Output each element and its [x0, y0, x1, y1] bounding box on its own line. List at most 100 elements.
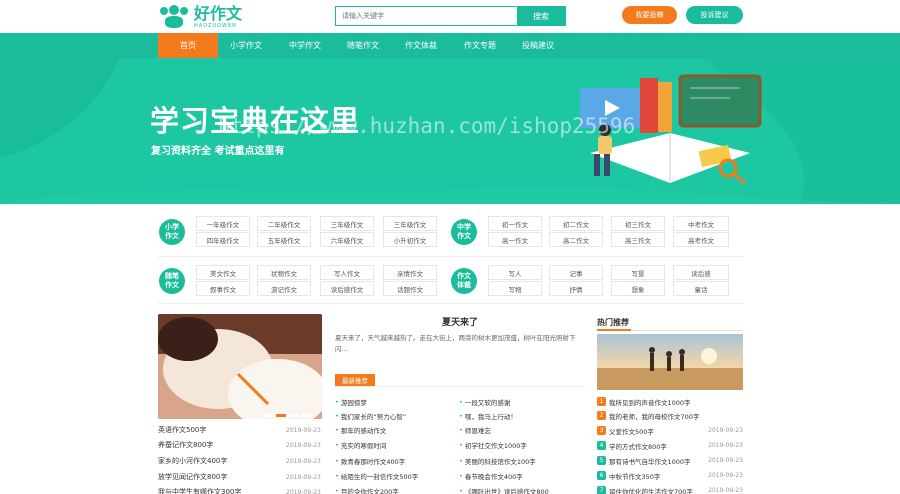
cat-duhougan[interactable]: 读后感作文 — [320, 281, 374, 296]
cat-gaokao[interactable]: 高考作文 — [673, 232, 729, 247]
search-button[interactable]: 搜索 — [517, 7, 565, 25]
cat-grade3[interactable]: 三年级作文 — [320, 216, 374, 231]
hot-item[interactable]: 7 留住你优化的生活作文700字 2019-09-23 — [597, 485, 743, 494]
bullet-icon: • — [335, 456, 339, 465]
latest-tag: 最新推荐 — [335, 374, 375, 386]
latest-item[interactable]: • 《哪吒出世》读后感作文800 — [459, 485, 549, 494]
genre-jishi[interactable]: 记事 — [549, 265, 603, 280]
cat-huati[interactable]: 话题作文 — [383, 281, 437, 296]
latest-item[interactable]: • 我们家长的“努力心智” — [335, 410, 406, 421]
hero-banner[interactable]: 学习宝典在这里 复习资料齐全 考试重点这里有 https://www.huzha… — [0, 58, 900, 204]
cat-gao3[interactable]: 高三作文 — [611, 232, 665, 247]
list-date: 2019-09-23 — [286, 442, 321, 449]
cat-zhuangwu[interactable]: 状物作文 — [257, 265, 311, 280]
cat-grade6[interactable]: 六年级作文 — [320, 232, 374, 247]
hot-item[interactable]: 5 那有诗书气自华作文1000字 2019-09-23 — [597, 455, 743, 466]
cat-chu1[interactable]: 初一作文 — [488, 216, 542, 231]
bullet-icon: • — [335, 486, 339, 494]
bullet-icon: • — [459, 456, 463, 465]
hot-item[interactable]: 2 我的老师，我的母校作文700字 — [597, 410, 743, 421]
cat-xieren[interactable]: 写人作文 — [320, 265, 374, 280]
nav-primary[interactable]: 小学作文 — [222, 33, 270, 58]
cat-grade5[interactable]: 五年级作文 — [257, 232, 311, 247]
hot-item[interactable]: 4 学的方式作文800字 2019-09-23 — [597, 440, 743, 451]
list-date: 2019-09-23 — [286, 427, 321, 434]
bullet-icon: • — [459, 440, 463, 449]
list-date: 2019-09-23 — [286, 458, 321, 465]
genre-xiejing[interactable]: 写景 — [611, 265, 665, 280]
cat-grade1[interactable]: 一年级作文 — [196, 216, 250, 231]
list-date: 2019-09-23 — [286, 474, 321, 481]
main-nav: 首页 小学作文 中学作文 随笔作文 作文体裁 作文专题 投稿建议 — [0, 33, 900, 58]
latest-item[interactable]: • 游园惊梦 — [335, 396, 367, 407]
bullet-icon: • — [335, 397, 339, 406]
nav-genre[interactable]: 作文体裁 — [397, 33, 445, 58]
cat-xiaoshengchu[interactable]: 小升初作文 — [383, 232, 437, 247]
hot-image[interactable] — [597, 334, 743, 390]
cat-grade3b[interactable]: 三年级作文 — [383, 216, 437, 231]
list-item[interactable]: 养蚕记作文800字 — [158, 439, 213, 451]
banner-subtitle: 复习资料齐全 考试重点这里有 — [151, 146, 285, 157]
hot-item[interactable]: 6 中秋节作文350字 2019-09-23 — [597, 470, 743, 481]
logo-text: 好作文 — [194, 3, 243, 23]
nav-feedback[interactable]: 投稿建议 — [514, 33, 562, 58]
list-item[interactable]: 家乡的小河作文400字 — [158, 455, 227, 467]
cat-qinqing[interactable]: 亲情作文 — [383, 265, 437, 280]
badge-middle: 中学作文 — [451, 219, 477, 245]
cat-zhongkao[interactable]: 中考作文 — [673, 216, 729, 231]
feature-image[interactable] — [158, 314, 322, 419]
list-item[interactable]: 我与中学生有哪作文300字 — [158, 486, 241, 494]
latest-item[interactable]: • 目的令你作文200字 — [335, 485, 399, 494]
divider-accent — [597, 329, 631, 331]
genre-shuqing[interactable]: 抒情 — [549, 281, 603, 296]
bullet-icon: • — [459, 471, 463, 480]
cat-meiwen[interactable]: 美文作文 — [196, 265, 250, 280]
latest-item[interactable]: • 给陌生的一封信作文500字 — [335, 470, 418, 481]
genre-xieren[interactable]: 写人 — [488, 265, 542, 280]
hot-item[interactable]: 1 我所见到的声音作文1000字 — [597, 396, 743, 407]
divider — [158, 256, 743, 257]
nav-topics[interactable]: 作文专题 — [456, 33, 504, 58]
bullet-icon: • — [335, 411, 339, 420]
nav-home[interactable]: 首页 — [158, 33, 218, 58]
latest-item[interactable]: • 致青春那时作文400字 — [335, 455, 405, 466]
cat-chu3[interactable]: 初三作文 — [611, 216, 665, 231]
badge-primary: 小学作文 — [159, 219, 185, 245]
cat-grade4[interactable]: 四年级作文 — [196, 232, 250, 247]
list-date: 2019-09-23 — [286, 489, 321, 494]
bullet-icon: • — [459, 486, 463, 494]
list-item[interactable]: 英语作文500字 — [158, 424, 206, 436]
submit-article-button[interactable]: 我要投稿 — [622, 6, 677, 24]
cat-xushi[interactable]: 叙事作文 — [196, 281, 250, 296]
cat-chu2[interactable]: 初二作文 — [549, 216, 603, 231]
logo-icon — [160, 5, 190, 29]
latest-item[interactable]: • 春节晚会作文400字 — [459, 470, 523, 481]
latest-item[interactable]: • 师恩难忘 — [459, 424, 491, 435]
genre-tonghua[interactable]: 童话 — [673, 281, 729, 296]
latest-item[interactable]: • 充实的寒假时间 — [335, 439, 386, 450]
cat-grade2[interactable]: 二年级作文 — [257, 216, 311, 231]
search-input[interactable] — [336, 7, 517, 25]
latest-item[interactable]: • 美丽的科技馆作文100字 — [459, 455, 536, 466]
cat-youji[interactable]: 游记作文 — [257, 281, 311, 296]
genre-xiangxiang[interactable]: 想象 — [611, 281, 665, 296]
featured-desc: 夏天来了，天气越来越热了。走在大街上，两旁的树木更加茂盛，树叶在阳光照射下闪..… — [335, 334, 576, 353]
cat-gao1[interactable]: 高一作文 — [488, 232, 542, 247]
genre-duhougan[interactable]: 读后感 — [673, 265, 729, 280]
nav-essay[interactable]: 随笔作文 — [339, 33, 387, 58]
nav-middle[interactable]: 中学作文 — [281, 33, 329, 58]
bullet-icon: • — [335, 471, 339, 480]
hot-item[interactable]: 3 父爱作文500字 2019-09-23 — [597, 425, 743, 436]
divider — [158, 303, 743, 304]
logo[interactable]: 好作文 HAOZUOWEN — [160, 4, 242, 30]
latest-item[interactable]: • 那年的感动作文 — [335, 424, 386, 435]
latest-item[interactable]: • 初学社交作文1000字 — [459, 439, 527, 450]
featured-title[interactable]: 夏天来了 — [335, 315, 585, 328]
feedback-button[interactable]: 投诉建议 — [686, 6, 743, 24]
list-item[interactable]: 放学见闻记作文800字 — [158, 471, 227, 483]
cat-gao2[interactable]: 高二作文 — [549, 232, 603, 247]
latest-item[interactable]: • 嘿，我马上行动！ — [459, 410, 517, 421]
badge-essay: 随笔作文 — [159, 268, 185, 294]
genre-xiewu[interactable]: 写物 — [488, 281, 542, 296]
latest-item[interactable]: • 一段又软的感谢 — [459, 396, 510, 407]
